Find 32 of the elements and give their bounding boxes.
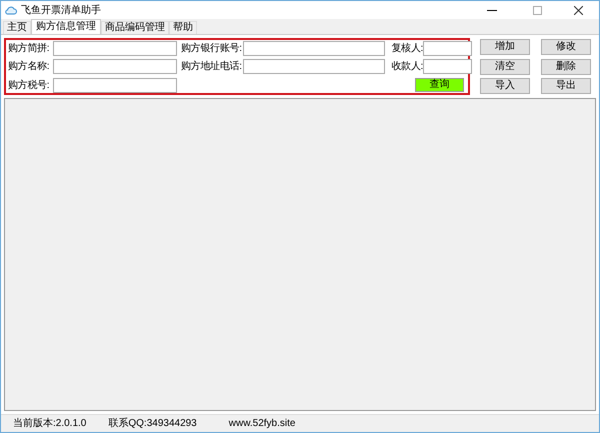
action-button[interactable]: 删除 xyxy=(541,58,591,75)
input-field[interactable] xyxy=(243,41,385,56)
action-button[interactable]: 修改 xyxy=(541,39,591,55)
action-button[interactable]: 清空 xyxy=(480,58,530,75)
tab[interactable]: 商品编码管理 xyxy=(101,21,169,34)
field-label: 收款人: xyxy=(390,60,423,74)
window-title: 飞鱼开票清单助手 xyxy=(21,4,101,18)
field-label: 购方简拼: xyxy=(8,42,50,56)
input-field[interactable] xyxy=(53,59,177,74)
status-text: 当前版本:2.0.1.0 xyxy=(13,416,86,431)
field-label: 购方银行账号: xyxy=(181,42,243,56)
field-label: 购方名称: xyxy=(8,60,50,74)
input-field[interactable] xyxy=(53,41,177,56)
tab[interactable]: 帮助 xyxy=(169,21,197,34)
maximize-icon[interactable] xyxy=(533,6,542,14)
action-button[interactable]: 增加 xyxy=(480,39,530,55)
cloud-icon xyxy=(5,5,17,15)
query-button[interactable]: 查询 xyxy=(415,78,464,92)
input-field[interactable] xyxy=(423,41,472,56)
input-field[interactable] xyxy=(53,78,177,93)
field-label: 购方税号: xyxy=(8,78,50,93)
field-label: 复核人: xyxy=(390,42,423,56)
tab[interactable]: 主页 xyxy=(3,21,31,34)
action-button[interactable]: 导入 xyxy=(480,78,530,94)
action-button[interactable]: 导出 xyxy=(541,78,591,94)
status-text: www.52fyb.site xyxy=(228,417,296,431)
input-field[interactable] xyxy=(423,59,472,74)
input-field[interactable] xyxy=(243,59,385,74)
field-label: 购方地址电话: xyxy=(181,60,243,74)
tab[interactable]: 购方信息管理 xyxy=(31,19,101,34)
close-icon[interactable] xyxy=(574,6,583,14)
status-text: 联系QQ:349344293 xyxy=(108,416,197,431)
